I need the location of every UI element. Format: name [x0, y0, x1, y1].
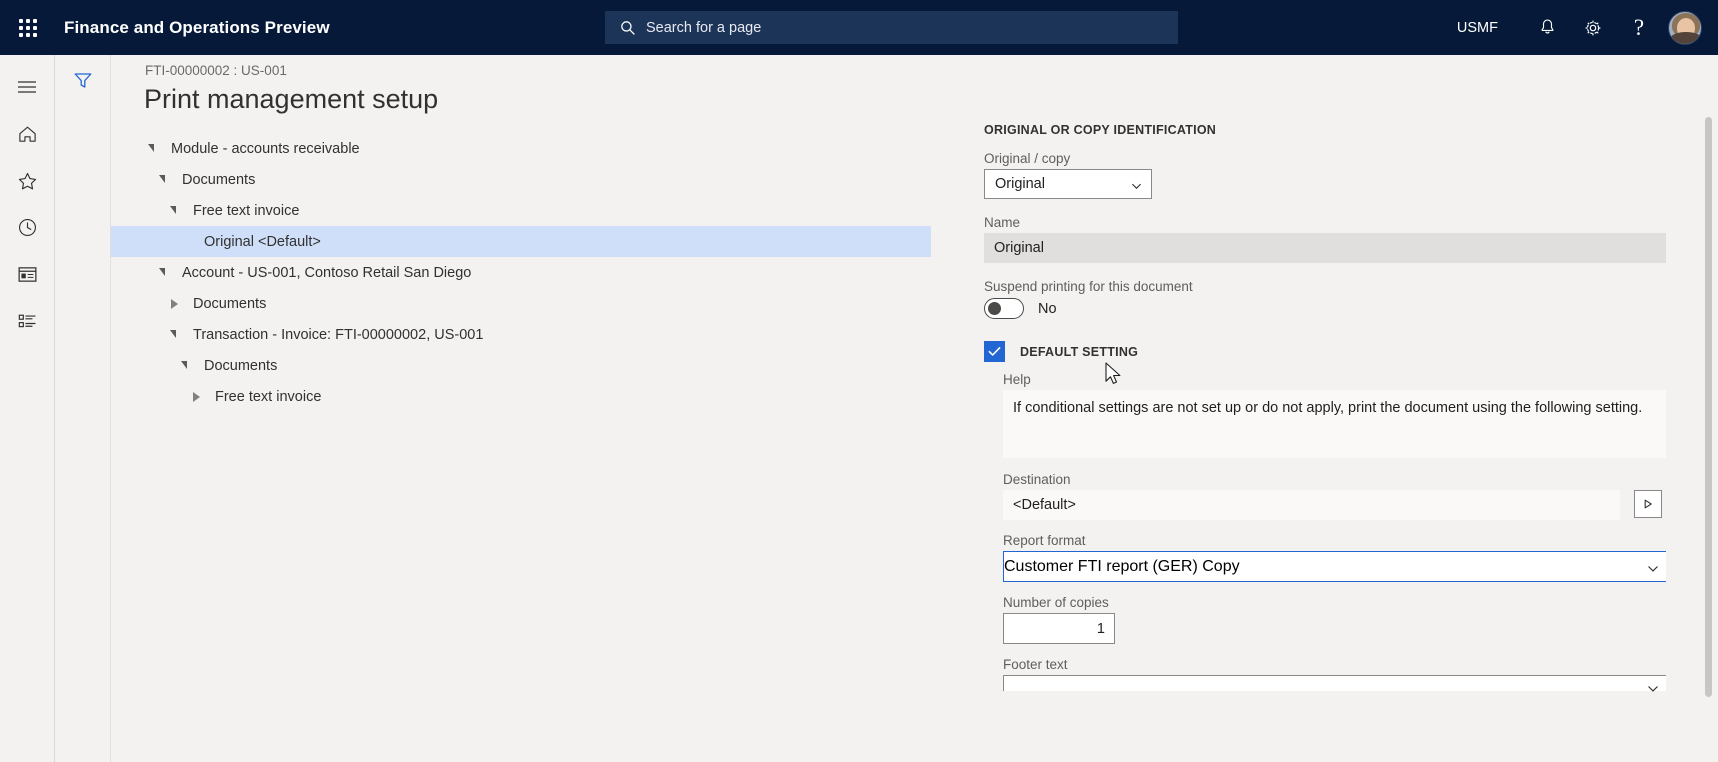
destination-label: Destination — [1003, 472, 1071, 487]
app-title[interactable]: Finance and Operations Preview — [64, 18, 330, 38]
avatar[interactable] — [1668, 10, 1702, 45]
tree-node-label: Original <Default> — [204, 233, 321, 250]
original-copy-field: Original / copy Original — [984, 151, 1666, 199]
name-field: Name Original — [984, 215, 1666, 263]
number-of-copies-field: Number of copies 1 — [1003, 595, 1666, 644]
top-bar-actions: USMF ? — [1457, 0, 1718, 55]
tree-node-label: Module - accounts receivable — [171, 140, 360, 157]
chevron-down-icon[interactable] — [174, 360, 196, 370]
report-format-label: Report format — [1003, 533, 1086, 548]
name-value: Original — [984, 233, 1666, 263]
suspend-printing-toggle[interactable] — [984, 298, 1024, 319]
search-icon — [620, 20, 636, 36]
original-copy-select[interactable]: Original — [984, 169, 1152, 199]
destination-field: Destination <Default> — [1003, 472, 1666, 520]
tree-node[interactable]: Free text invoice — [111, 195, 931, 226]
clock-icon[interactable] — [4, 204, 50, 251]
tree-node-selected[interactable]: Original <Default> — [111, 226, 931, 257]
chevron-down-icon[interactable] — [163, 329, 185, 339]
report-format-value: Customer FTI report (GER) Copy — [1004, 557, 1240, 575]
tree-node[interactable]: Documents — [111, 288, 931, 319]
home-icon[interactable] — [4, 110, 50, 157]
suspend-printing-value: No — [1038, 300, 1057, 317]
suspend-printing-label: Suspend printing for this document — [984, 279, 1193, 294]
help-text: If conditional settings are not set up o… — [1003, 390, 1666, 458]
chevron-down-icon[interactable] — [163, 205, 185, 215]
footer-text-label: Footer text — [1003, 657, 1068, 672]
destination-value[interactable]: <Default> — [1003, 490, 1620, 520]
suspend-printing-field: Suspend printing for this document No — [984, 279, 1666, 319]
top-navigation-bar: Finance and Operations Preview Search fo… — [0, 0, 1718, 55]
tree-node-label: Documents — [182, 171, 256, 188]
tree-node-label: Documents — [204, 357, 278, 374]
company-selector[interactable]: USMF — [1457, 20, 1498, 36]
breadcrumb: FTI-00000002 : US-001 — [145, 63, 287, 78]
play-triangle-icon[interactable] — [1634, 490, 1662, 518]
navigation-rail — [0, 55, 55, 762]
star-icon[interactable] — [4, 157, 50, 204]
filter-funnel-icon[interactable] — [65, 63, 101, 97]
section-header-identification: ORIGINAL OR COPY IDENTIFICATION — [984, 123, 1217, 137]
help-icon[interactable]: ? — [1616, 0, 1662, 55]
modules-list-icon[interactable] — [4, 298, 50, 345]
default-setting-checkbox[interactable] — [984, 341, 1005, 362]
vertical-scrollbar[interactable] — [1705, 117, 1712, 755]
tree-node[interactable]: Account - US-001, Contoso Retail San Die… — [111, 257, 931, 288]
tree-node[interactable]: Transaction - Invoice: FTI-00000002, US-… — [111, 319, 931, 350]
footer-text-select[interactable] — [1003, 675, 1666, 693]
tree-node-label: Documents — [193, 295, 267, 312]
tree-node[interactable]: Documents — [111, 164, 931, 195]
tree-node[interactable]: Module - accounts receivable — [111, 133, 931, 164]
default-setting-body: Help If conditional settings are not set… — [1003, 372, 1666, 693]
help-label: Help — [1003, 372, 1031, 387]
settings-form: ORIGINAL OR COPY IDENTIFICATION Original… — [966, 123, 1666, 743]
default-setting-label: DEFAULT SETTING — [1020, 344, 1139, 359]
page-title: Print management setup — [144, 84, 439, 114]
tree-node-label: Account - US-001, Contoso Retail San Die… — [182, 264, 472, 281]
chevron-right-icon[interactable] — [185, 391, 207, 402]
name-label: Name — [984, 215, 1021, 230]
tree-node[interactable]: Documents — [111, 350, 931, 381]
number-of-copies-input[interactable]: 1 — [1003, 613, 1115, 644]
help-label: ? — [1633, 15, 1645, 40]
report-format-select[interactable]: Customer FTI report (GER) Copy — [1003, 551, 1666, 582]
app-launcher-icon[interactable] — [0, 0, 56, 55]
tree-node-label: Transaction - Invoice: FTI-00000002, US-… — [193, 326, 484, 343]
print-management-tree: Module - accounts receivable Documents F… — [111, 133, 931, 412]
chevron-down-icon — [1647, 682, 1658, 693]
tree-node-label: Free text invoice — [193, 202, 300, 219]
chevron-down-icon — [1647, 561, 1658, 572]
search-input[interactable]: Search for a page — [605, 11, 1178, 44]
chevron-down-icon — [1131, 179, 1142, 190]
scrollbar-thumb[interactable] — [1705, 117, 1712, 697]
hamburger-menu-icon[interactable] — [4, 63, 50, 110]
report-format-field: Report format Customer FTI report (GER) … — [1003, 533, 1666, 582]
tree-node[interactable]: Free text invoice — [111, 381, 931, 412]
original-copy-label: Original / copy — [984, 151, 1071, 166]
original-copy-value: Original — [995, 176, 1045, 192]
tree-node-label: Free text invoice — [215, 388, 322, 405]
main-content: FTI-00000002 : US-001 Print management s… — [110, 55, 1718, 762]
workspace-icon[interactable] — [4, 251, 50, 298]
default-setting-header: DEFAULT SETTING — [984, 341, 1666, 362]
gear-icon[interactable] — [1570, 0, 1616, 55]
chevron-right-icon[interactable] — [163, 298, 185, 309]
chevron-down-icon[interactable] — [152, 174, 174, 184]
help-field: Help If conditional settings are not set… — [1003, 372, 1666, 458]
filter-column — [55, 55, 110, 762]
footer-text-field: Footer text — [1003, 657, 1666, 693]
search-placeholder: Search for a page — [646, 19, 762, 36]
number-of-copies-label: Number of copies — [1003, 595, 1109, 610]
chevron-down-icon[interactable] — [152, 267, 174, 277]
bell-icon[interactable] — [1524, 0, 1570, 55]
chevron-down-icon[interactable] — [141, 143, 163, 153]
